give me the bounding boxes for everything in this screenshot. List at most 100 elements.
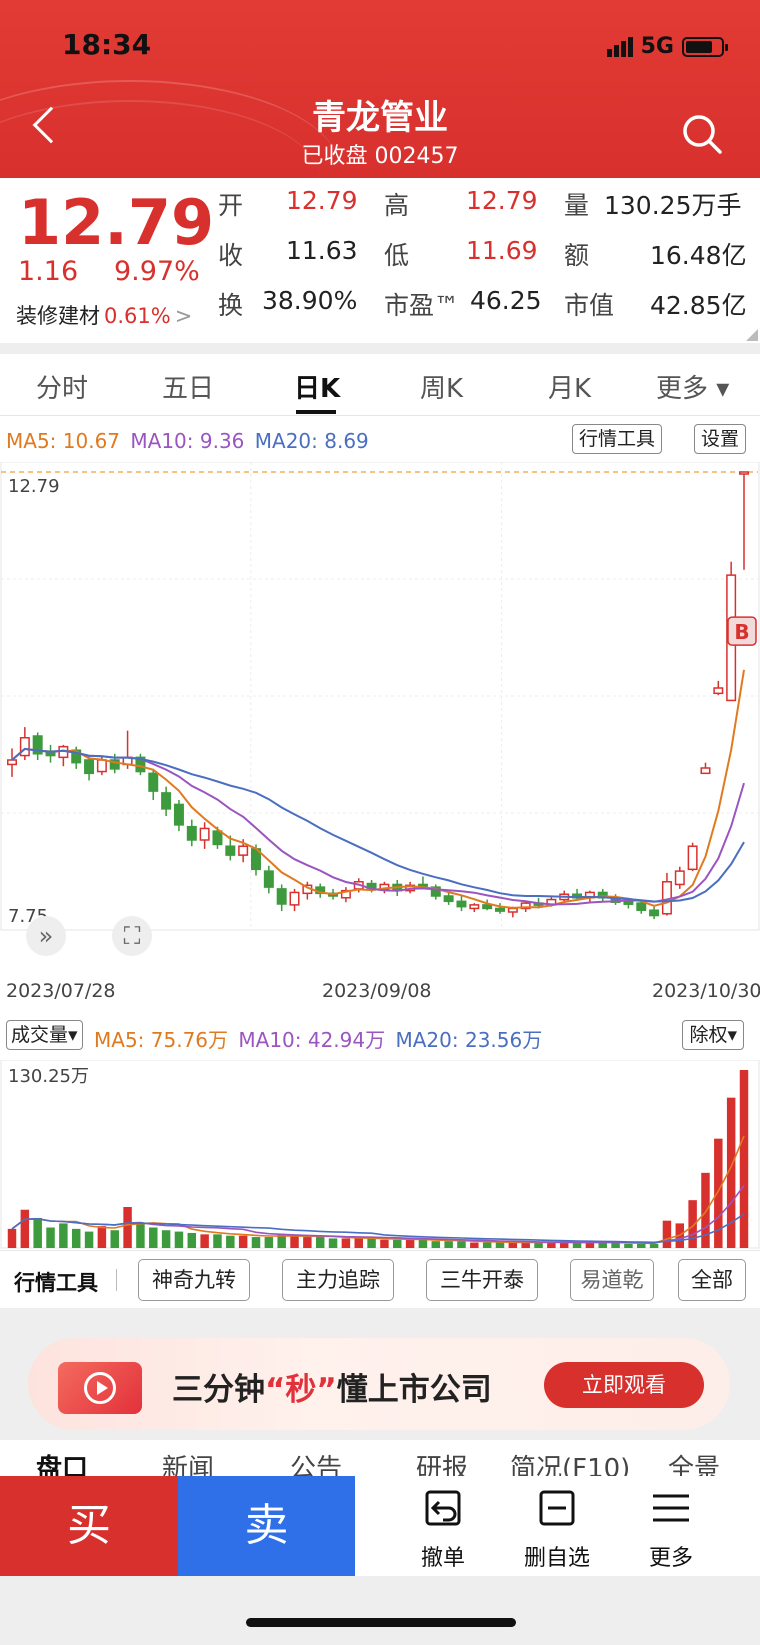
signal-icon bbox=[606, 36, 633, 57]
tab-intraday[interactable]: 分时 bbox=[36, 368, 88, 405]
tool-button-3[interactable]: 三牛开泰 bbox=[426, 1259, 538, 1301]
date-start: 2023/07/28 bbox=[6, 980, 116, 1002]
volume-bar bbox=[174, 1231, 184, 1248]
volume-max-label: 130.25万 bbox=[8, 1066, 89, 1087]
vol-ma10-label: MA10: 42.94万 bbox=[238, 1028, 386, 1052]
volume-chart[interactable]: 130.25万 bbox=[0, 1060, 760, 1250]
status-time: 18:34 bbox=[62, 28, 152, 61]
tool-button-1[interactable]: 神奇九转 bbox=[138, 1259, 250, 1301]
volume-bar bbox=[149, 1227, 158, 1248]
expand-corner-icon[interactable] bbox=[746, 329, 758, 341]
buy-button[interactable]: 买 bbox=[0, 1476, 178, 1576]
watch-now-button[interactable]: 立即观看 bbox=[544, 1362, 704, 1408]
volume-bar bbox=[508, 1242, 518, 1248]
candle-body bbox=[96, 759, 107, 773]
promo-banner[interactable]: 三分钟“秒”懂上市公司 立即观看 bbox=[28, 1338, 730, 1430]
ma10-line bbox=[11, 747, 745, 906]
volume-bar bbox=[649, 1243, 659, 1248]
candle-body bbox=[443, 895, 454, 903]
candle-body bbox=[507, 907, 518, 913]
active-tab-indicator bbox=[296, 410, 336, 414]
tab-five-day[interactable]: 五日 bbox=[162, 368, 214, 405]
volume-bar bbox=[367, 1238, 376, 1248]
volume-bar bbox=[200, 1234, 209, 1248]
remove-watchlist-button[interactable]: 删自选 bbox=[502, 1488, 612, 1572]
field-value-high: 12.79 bbox=[466, 186, 538, 215]
tool-button-2[interactable]: 主力追踪 bbox=[282, 1259, 394, 1301]
tools-divider bbox=[116, 1269, 117, 1291]
max-price-label: 12.79 bbox=[8, 476, 60, 497]
volume-bar bbox=[405, 1239, 415, 1248]
candle-body bbox=[173, 803, 184, 826]
chevron-right-icon: > bbox=[174, 304, 193, 328]
volume-bar bbox=[547, 1242, 556, 1248]
sell-button[interactable]: 卖 bbox=[178, 1476, 355, 1576]
cancel-order-button[interactable]: 撤单 bbox=[388, 1488, 498, 1572]
volume-bar bbox=[393, 1239, 402, 1248]
volume-bar bbox=[59, 1223, 68, 1248]
volume-bar bbox=[20, 1209, 30, 1248]
tab-more[interactable]: 更多 ▾ bbox=[656, 368, 729, 405]
volume-bar bbox=[521, 1242, 530, 1248]
volume-bar bbox=[123, 1207, 132, 1248]
cancel-order-label: 撤单 bbox=[420, 1546, 465, 1571]
volume-bar bbox=[238, 1235, 248, 1248]
volume-bar bbox=[341, 1238, 351, 1248]
volume-bar bbox=[136, 1223, 145, 1248]
last-price: 12.79 bbox=[18, 186, 215, 259]
volume-bar bbox=[431, 1241, 441, 1248]
volume-bar bbox=[470, 1242, 479, 1248]
field-value-prevclose: 11.63 bbox=[286, 236, 358, 265]
tab-overview[interactable]: 全景 bbox=[668, 1448, 720, 1476]
kline-chart[interactable]: 12.797.75B bbox=[0, 462, 760, 972]
tab-weekly-k[interactable]: 周K bbox=[420, 368, 463, 405]
candle-body bbox=[212, 830, 223, 846]
volume-bar bbox=[624, 1243, 633, 1248]
volume-bar bbox=[418, 1239, 428, 1248]
field-label-prevclose: 收 bbox=[218, 241, 244, 270]
tab-news[interactable]: 新闻 bbox=[162, 1448, 214, 1476]
price-change: 1.16 bbox=[18, 256, 79, 287]
tab-daily-k[interactable]: 日K bbox=[294, 368, 340, 405]
volume-bar bbox=[33, 1217, 42, 1248]
volume-bar bbox=[572, 1242, 582, 1248]
candle-body bbox=[199, 827, 210, 841]
tab-f10[interactable]: 简况(F10) bbox=[510, 1448, 630, 1476]
volume-bar bbox=[662, 1220, 672, 1248]
market-tools-button[interactable]: 行情工具 bbox=[572, 424, 663, 454]
tab-handicap[interactable]: 盘口 bbox=[36, 1448, 88, 1476]
volume-bar bbox=[637, 1243, 646, 1248]
volume-bar bbox=[110, 1230, 119, 1248]
volume-bar bbox=[46, 1227, 55, 1248]
volume-bar bbox=[739, 1070, 749, 1248]
volume-bar bbox=[457, 1241, 466, 1248]
tool-button-4[interactable]: 易道乾 bbox=[570, 1259, 654, 1301]
industry-link[interactable]: 装修建材 0.61% > bbox=[16, 300, 192, 330]
candle-body bbox=[623, 901, 634, 905]
field-value-volume: 130.25万手 bbox=[604, 191, 742, 220]
field-label-open: 开 bbox=[218, 191, 244, 220]
volume-header: 成交量▾ MA5: 75.76万 MA10: 42.94万 MA20: 23.5… bbox=[0, 1016, 760, 1062]
more-button[interactable]: 更多 bbox=[616, 1488, 726, 1572]
settings-button[interactable]: 设置 bbox=[694, 424, 747, 454]
adjust-button[interactable]: 除权▾ bbox=[682, 1020, 744, 1050]
volume-bar bbox=[444, 1241, 453, 1248]
indicator-selector[interactable]: 成交量▾ bbox=[6, 1020, 83, 1050]
fullscreen-icon[interactable]: ⛶ bbox=[112, 916, 152, 956]
tab-monthly-k[interactable]: 月K bbox=[548, 368, 591, 405]
expand-double-chevron-icon[interactable]: » bbox=[26, 916, 66, 956]
field-value-low: 11.69 bbox=[466, 236, 538, 265]
candle-body bbox=[739, 471, 749, 475]
search-icon[interactable] bbox=[680, 112, 724, 156]
tab-research[interactable]: 研报 bbox=[416, 1448, 468, 1476]
candle-body bbox=[687, 845, 698, 871]
quote-panel: 12.79 1.16 9.97% 装修建材 0.61% > 开 12.79 高 12… bbox=[0, 178, 760, 343]
buy-marker-label: B bbox=[734, 620, 749, 644]
action-bar: 买 卖 撤单 删自选 更多 bbox=[0, 1476, 760, 1576]
all-tools-button[interactable]: 全部 bbox=[678, 1259, 746, 1301]
candle-body bbox=[276, 888, 287, 905]
more-label: 更多 bbox=[648, 1546, 693, 1571]
volume-bar bbox=[7, 1228, 17, 1248]
tab-announcements[interactable]: 公告 bbox=[290, 1448, 342, 1476]
field-label-amount: 额 bbox=[564, 241, 590, 270]
